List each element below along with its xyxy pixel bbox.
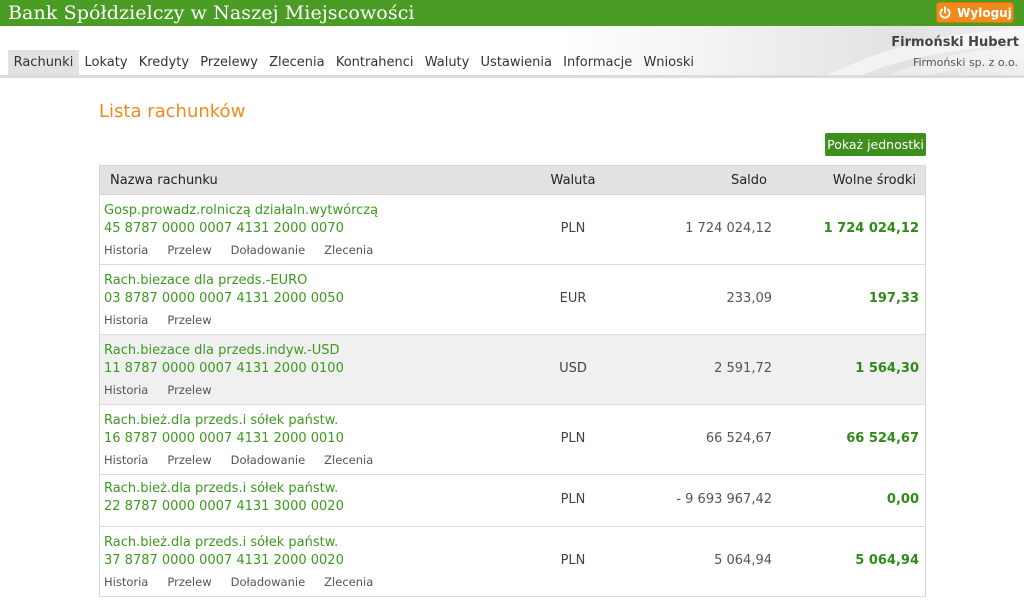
- action-link-doładowanie[interactable]: Doładowanie: [231, 243, 306, 257]
- account-currency: USD: [559, 361, 587, 376]
- table-header: Nazwa rachunku Waluta Saldo Wolne środki: [100, 166, 925, 195]
- action-link-doładowanie[interactable]: Doładowanie: [231, 453, 306, 467]
- account-currency: PLN: [560, 431, 586, 446]
- account-balance: 233,09: [726, 291, 773, 306]
- action-link-historia[interactable]: Historia: [104, 453, 148, 467]
- tab-kredyty[interactable]: Kredyty: [133, 50, 195, 75]
- action-link-przelew[interactable]: Przelew: [167, 313, 211, 327]
- accounts-table: Nazwa rachunku Waluta Saldo Wolne środki…: [99, 165, 926, 597]
- account-available-funds: 197,33: [868, 291, 919, 306]
- account-name-link[interactable]: Rach.biezace dla przeds.-EURO: [104, 273, 307, 288]
- account-currency: PLN: [560, 492, 586, 507]
- user-company: Firmoński sp. z o.o.: [912, 56, 1018, 69]
- action-link-historia[interactable]: Historia: [104, 313, 148, 327]
- table-row: Rach.bież.dla przeds.i sółek państw. 16 8…: [100, 405, 925, 475]
- account-available-funds: 1 724 024,12: [823, 221, 919, 236]
- account-name-link[interactable]: Rach.bież.dla przeds.i sółek państw.: [104, 481, 338, 496]
- account-number[interactable]: 03 8787 0000 0007 4131 2000 0050: [104, 291, 344, 306]
- power-icon: [939, 5, 951, 18]
- action-link-przelew[interactable]: Przelew: [167, 243, 211, 257]
- tab-lokaty[interactable]: Lokaty: [79, 50, 133, 75]
- account-number[interactable]: 22 8787 0000 0007 4131 3000 0020: [104, 499, 344, 514]
- tab-ustawienia[interactable]: Ustawienia: [475, 50, 558, 75]
- tab-informacje[interactable]: Informacje: [558, 50, 638, 75]
- user-name: Firmoński Hubert: [891, 35, 1019, 50]
- account-available-funds: 0,00: [886, 492, 919, 507]
- main-tabs: Rachunki Lokaty Kredyty Przelewy Zlecenia Kon…: [8, 50, 700, 75]
- top-bar: Bank Spółdzielczy w Naszej Miejscowości …: [0, 0, 1024, 26]
- account-name-link[interactable]: Rach.bież.dla przeds.i sółek państw.: [104, 413, 338, 428]
- account-number[interactable]: 45 8787 0000 0007 4131 2000 0070: [104, 221, 344, 236]
- table-row: Rach.bież.dla przeds.i sółek państw. 22 8…: [100, 475, 925, 527]
- account-currency: PLN: [560, 553, 586, 568]
- action-link-doładowanie[interactable]: Doładowanie: [231, 575, 306, 589]
- action-link-zlecenia[interactable]: Zlecenia: [324, 453, 373, 467]
- logout-button[interactable]: Wyloguj: [936, 2, 1014, 23]
- account-name-link[interactable]: Rach.bież.dla przeds.i sółek państw.: [104, 535, 338, 550]
- action-link-historia[interactable]: Historia: [104, 243, 148, 257]
- account-actions: Historia Przelew Doładowanie Zlecenia: [104, 575, 392, 589]
- table-row: Rach.biezace dla przeds.indyw.-USD 11 878…: [100, 335, 925, 405]
- action-link-przelew[interactable]: Przelew: [167, 453, 211, 467]
- column-header-balance: Saldo: [730, 173, 767, 188]
- account-available-funds: 5 064,94: [855, 553, 919, 568]
- tab-kontrahenci[interactable]: Kontrahenci: [330, 50, 419, 75]
- table-row: Rach.biezace dla przeds.-EURO 03 8787 000…: [100, 265, 925, 335]
- account-actions: Historia Przelew: [104, 313, 231, 327]
- account-number[interactable]: 16 8787 0000 0007 4131 2000 0010: [104, 431, 344, 446]
- column-header-name: Nazwa rachunku: [110, 173, 218, 188]
- tab-zlecenia[interactable]: Zlecenia: [264, 50, 331, 75]
- action-link-przelew[interactable]: Przelew: [167, 383, 211, 397]
- tab-rachunki[interactable]: Rachunki: [8, 50, 79, 75]
- account-actions: Historia Przelew Doładowanie Zlecenia: [104, 243, 392, 257]
- account-currency: EUR: [559, 291, 587, 306]
- action-link-zlecenia[interactable]: Zlecenia: [324, 575, 373, 589]
- navigation-bar: Rachunki Lokaty Kredyty Przelewy Zlecenia Kon…: [0, 26, 1024, 78]
- decorative-swoosh: [820, 28, 1024, 78]
- action-link-zlecenia[interactable]: Zlecenia: [324, 243, 373, 257]
- column-header-available: Wolne środki: [832, 173, 916, 188]
- account-name-link[interactable]: Rach.biezace dla przeds.indyw.-USD: [104, 343, 340, 358]
- tab-waluty[interactable]: Waluty: [419, 50, 475, 75]
- account-actions: Historia Przelew Doładowanie Zlecenia: [104, 453, 392, 467]
- logout-label: Wyloguj: [957, 5, 1012, 20]
- column-header-currency: Waluta: [550, 173, 596, 188]
- account-balance: - 9 693 967,42: [676, 492, 772, 507]
- action-link-historia[interactable]: Historia: [104, 575, 148, 589]
- account-name-link[interactable]: Gosp.prowadz.rolniczą działaln.wytwórczą: [104, 203, 378, 218]
- account-balance: 66 524,67: [705, 431, 772, 446]
- account-balance: 1 724 024,12: [685, 221, 772, 236]
- account-currency: PLN: [560, 221, 586, 236]
- table-row: Rach.bież.dla przeds.i sółek państw. 37 8…: [100, 527, 925, 597]
- tab-wnioski[interactable]: Wnioski: [638, 50, 700, 75]
- account-number[interactable]: 37 8787 0000 0007 4131 2000 0020: [104, 553, 344, 568]
- page-title: Lista rachunków: [99, 101, 246, 122]
- account-balance: 2 591,72: [714, 361, 772, 376]
- account-available-funds: 66 524,67: [846, 431, 919, 446]
- tab-przelewy[interactable]: Przelewy: [195, 50, 264, 75]
- action-link-historia[interactable]: Historia: [104, 383, 148, 397]
- account-available-funds: 1 564,30: [855, 361, 919, 376]
- table-row: Gosp.prowadz.rolniczą działaln.wytwórczą…: [100, 195, 925, 265]
- account-balance: 5 064,94: [714, 553, 772, 568]
- action-link-przelew[interactable]: Przelew: [167, 575, 211, 589]
- bank-name: Bank Spółdzielczy w Naszej Miejscowości: [8, 2, 415, 24]
- account-number[interactable]: 11 8787 0000 0007 4131 2000 0100: [104, 361, 344, 376]
- account-actions: Historia Przelew: [104, 383, 231, 397]
- show-units-button[interactable]: Pokaż jednostki: [825, 133, 926, 156]
